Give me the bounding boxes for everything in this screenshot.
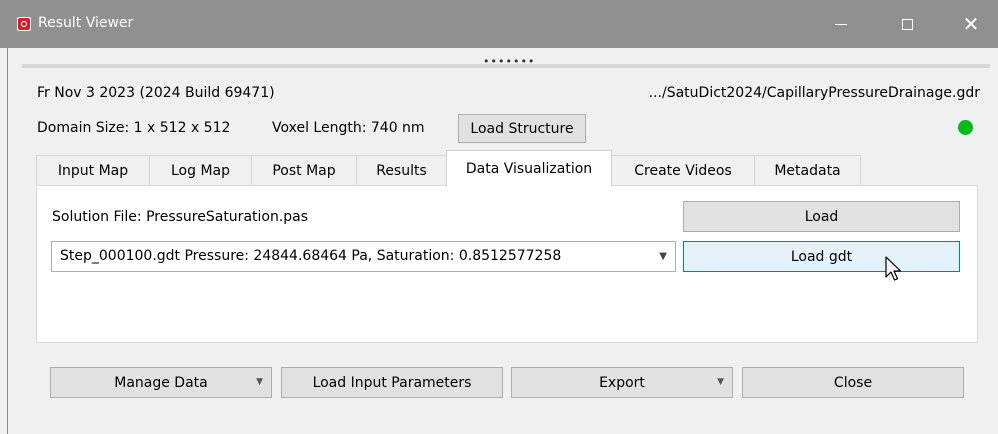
- tab-post-map[interactable]: Post Map: [251, 155, 357, 185]
- load-gdt-button[interactable]: Load gdt: [683, 241, 960, 272]
- window-border: [7, 48, 8, 434]
- tab-results[interactable]: Results: [356, 155, 447, 185]
- tab-create-videos[interactable]: Create Videos: [611, 155, 755, 185]
- maximize-button[interactable]: [884, 0, 930, 48]
- close-window-button[interactable]: ✕: [948, 0, 994, 48]
- solution-file-label: Solution File: PressureSaturation.pas: [52, 209, 309, 225]
- tab-metadata[interactable]: Metadata: [754, 155, 861, 185]
- tab-input-map[interactable]: Input Map: [36, 155, 150, 185]
- chevron-down-icon: ▼: [717, 377, 724, 387]
- export-label: Export: [599, 374, 645, 391]
- close-button[interactable]: Close: [742, 367, 964, 398]
- tab-log-map[interactable]: Log Map: [149, 155, 252, 185]
- domain-size: Domain Size: 1 x 512 x 512: [37, 120, 231, 136]
- export-button[interactable]: Export ▼: [511, 367, 733, 398]
- chevron-down-icon: ▼: [659, 251, 667, 262]
- close-icon: ✕: [962, 12, 980, 36]
- minimize-button[interactable]: [818, 0, 864, 48]
- build-info: Fr Nov 3 2023 (2024 Build 69471): [37, 85, 275, 101]
- load-button[interactable]: Load: [683, 201, 960, 232]
- manage-data-button[interactable]: Manage Data ▼: [50, 367, 272, 398]
- app-logo-icon: [17, 17, 31, 31]
- status-indicator: [958, 120, 973, 135]
- load-structure-button[interactable]: Load Structure: [458, 114, 586, 143]
- splitter-grip-icon[interactable]: •••••••: [483, 56, 535, 67]
- voxel-length: Voxel Length: 740 nm: [272, 120, 425, 136]
- title-bar: Result Viewer ✕: [0, 0, 998, 48]
- manage-data-label: Manage Data: [114, 374, 208, 391]
- step-select[interactable]: Step_000100.gdt Pressure: 24844.68464 Pa…: [51, 241, 676, 272]
- step-select-value: Step_000100.gdt Pressure: 24844.68464 Pa…: [60, 248, 562, 264]
- chevron-down-icon: ▼: [256, 377, 263, 387]
- file-path: .../SatuDict2024/CapillaryPressureDraina…: [648, 85, 980, 101]
- maximize-icon: [901, 18, 913, 30]
- load-input-parameters-button[interactable]: Load Input Parameters: [281, 367, 503, 398]
- mouse-pointer-icon: [885, 256, 902, 281]
- tab-data-visualization[interactable]: Data Visualization: [446, 150, 612, 186]
- minimize-icon: [835, 23, 847, 25]
- window-title: Result Viewer: [38, 15, 134, 31]
